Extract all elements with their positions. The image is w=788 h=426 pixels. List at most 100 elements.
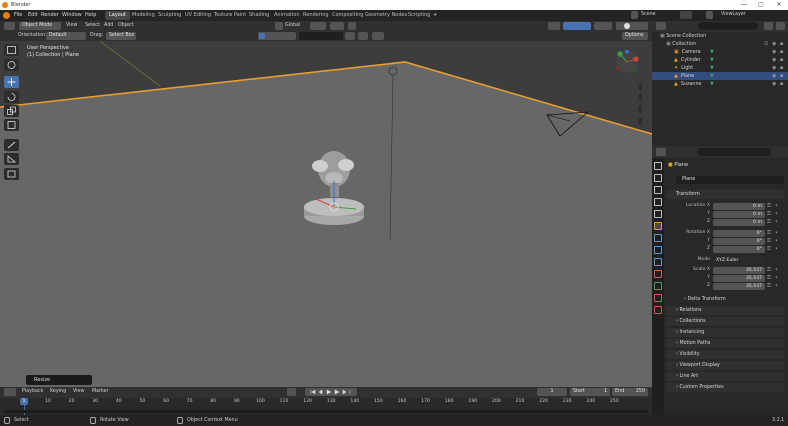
keyframe-dot-icon[interactable]: • — [775, 246, 778, 252]
navigation-gizmo[interactable] — [612, 49, 646, 130]
panel-delta-transform[interactable]: › Delta Transform — [674, 295, 784, 304]
snap-icon[interactable] — [330, 22, 344, 30]
outliner-item[interactable]: ▲ Suzanne ▼ ◉ ▪ — [652, 80, 788, 88]
shading-mode-icon[interactable] — [616, 22, 648, 30]
panel-visibility[interactable]: › Visibility — [666, 350, 784, 359]
eye-icon[interactable]: ◉ — [772, 40, 776, 48]
annotate-tool[interactable] — [4, 139, 19, 151]
close-button[interactable]: ✕ — [773, 1, 785, 9]
menu-edit[interactable]: Edit — [28, 12, 38, 18]
menu-marker[interactable]: Marker — [92, 389, 109, 394]
minimize-button[interactable]: — — [738, 1, 750, 9]
rotation-x-field[interactable]: 0° — [713, 230, 765, 237]
lock-icon[interactable]: ⚿ — [767, 230, 771, 236]
data-link-icon[interactable]: ▼ — [710, 64, 714, 72]
orientation-dropdown[interactable]: Default — [46, 32, 86, 40]
outliner-item[interactable]: ▲ Plane ▼ ◉ ▪ — [652, 72, 788, 80]
menu-playback[interactable]: Playback — [22, 389, 43, 394]
keyframe-dot-icon[interactable]: • — [775, 230, 778, 236]
last-operator-panel[interactable]: Resize — [26, 375, 92, 385]
keyframe-dot-icon[interactable]: • — [775, 267, 778, 273]
outliner-item[interactable]: ▣ Camera ▼ ◉ ▪ — [652, 48, 788, 56]
end-frame-field[interactable]: End 250 — [612, 388, 648, 396]
scale-z-field[interactable]: 35.537 — [713, 283, 765, 290]
location-y-field[interactable]: 0 m — [713, 211, 765, 218]
properties-tab-icon[interactable] — [654, 306, 662, 314]
keyframe-dot-icon[interactable]: • — [775, 238, 778, 244]
transform-panel[interactable]: Transform — [666, 190, 784, 199]
filter-icon[interactable] — [345, 32, 355, 40]
properties-tab-icon[interactable] — [654, 186, 662, 194]
camera-render-icon[interactable]: ▪ — [780, 72, 783, 80]
panel-instancing[interactable]: › Instancing — [666, 328, 784, 337]
outliner-item[interactable]: ▲ Cylinder ▼ ◉ ▪ — [652, 56, 788, 64]
rotation-y-field[interactable]: 0° — [713, 238, 765, 245]
panel-collections[interactable]: › Collections — [666, 317, 784, 326]
scene-browse-icon[interactable] — [631, 11, 638, 19]
transform-orientation-icon[interactable] — [275, 22, 283, 30]
visibility-icon[interactable] — [548, 22, 560, 30]
checkbox-icon[interactable]: ☑ — [764, 40, 768, 48]
lock-icon[interactable]: ⚿ — [767, 211, 771, 217]
pivot-point-icon[interactable] — [310, 22, 326, 30]
rotation-mode-field[interactable]: XYZ Euler — [713, 257, 765, 264]
proportional-edit-icon[interactable] — [348, 22, 356, 30]
menu-render[interactable]: Render — [41, 12, 59, 18]
location-x-field[interactable]: 0 m — [713, 203, 765, 210]
location-z-field[interactable]: 0 m — [713, 219, 765, 226]
eye-icon[interactable]: ◉ — [772, 64, 776, 72]
record-icon[interactable] — [287, 388, 296, 396]
eye-icon[interactable]: ◉ — [772, 72, 776, 80]
menu-select[interactable]: Select — [85, 23, 100, 28]
lock-icon[interactable]: ⚿ — [767, 238, 771, 244]
data-link-icon[interactable]: ▼ — [710, 48, 714, 56]
outliner-scene-collection[interactable]: ▣ Scene Collection — [652, 32, 788, 40]
select-mode-icons[interactable] — [258, 32, 296, 40]
editor-type-icon[interactable] — [4, 22, 15, 30]
keyframe-dot-icon[interactable]: • — [775, 283, 778, 289]
panel-motion-paths[interactable]: › Motion Paths — [666, 339, 784, 348]
outliner-filter-icon[interactable] — [764, 22, 773, 30]
menu-help[interactable]: Help — [85, 12, 96, 18]
tab-scripting[interactable]: Scripting — [404, 11, 434, 20]
camera-render-icon[interactable]: ▪ — [780, 56, 783, 64]
playback-controls[interactable] — [305, 388, 357, 396]
menu-window[interactable]: Window — [62, 12, 82, 18]
menu-add[interactable]: Add — [104, 23, 113, 28]
current-frame-field[interactable]: 1 — [537, 388, 567, 396]
eye-icon[interactable]: ◉ — [772, 56, 776, 64]
outliner-search-input[interactable] — [698, 22, 758, 30]
cursor-tool[interactable] — [4, 59, 19, 71]
scene-name[interactable]: Scene — [641, 12, 656, 17]
camera-render-icon[interactable]: ▪ — [780, 40, 783, 48]
keyframe-dot-icon[interactable]: • — [775, 275, 778, 281]
3d-viewport[interactable]: User Perspective (1) Collection | Plane — [0, 41, 652, 387]
drag-dropdown[interactable]: Select Box — [106, 32, 136, 40]
rotation-z-field[interactable]: 0° — [713, 246, 765, 253]
eye-icon[interactable]: ◉ — [772, 48, 776, 56]
gizmo-toggle-icon[interactable] — [563, 22, 591, 30]
lock-icon[interactable]: ⚿ — [767, 219, 771, 225]
keyframe-dot-icon[interactable]: • — [775, 203, 778, 209]
panel-viewport-display[interactable]: › Viewport Display — [666, 361, 784, 370]
add-workspace-button[interactable]: + — [433, 12, 437, 18]
rotate-tool[interactable] — [4, 91, 19, 103]
properties-search-input[interactable] — [697, 148, 771, 156]
tab-layout[interactable]: Layout — [105, 11, 130, 20]
eye-icon[interactable]: ◉ — [772, 80, 776, 88]
data-link-icon[interactable]: ▼ — [710, 80, 714, 88]
transform-tool[interactable] — [4, 119, 19, 131]
data-link-icon[interactable]: ▼ — [710, 56, 714, 64]
panel-custom-properties[interactable]: › Custom Properties — [666, 383, 784, 392]
lock-icon[interactable]: ⚿ — [767, 203, 771, 209]
properties-tab-icon[interactable] — [654, 162, 662, 170]
search-input[interactable] — [299, 32, 343, 40]
lock-icon[interactable]: ⚿ — [767, 267, 771, 273]
funnel-icon[interactable] — [372, 32, 384, 40]
mode-selector[interactable]: Object Mode — [19, 22, 61, 30]
menu-keying[interactable]: Keying — [50, 389, 66, 394]
keyframe-dot-icon[interactable]: • — [775, 211, 778, 217]
scene-copy-icon[interactable] — [680, 11, 692, 19]
properties-tab-icon[interactable] — [654, 294, 662, 302]
options-dropdown[interactable]: Options — [622, 32, 648, 40]
